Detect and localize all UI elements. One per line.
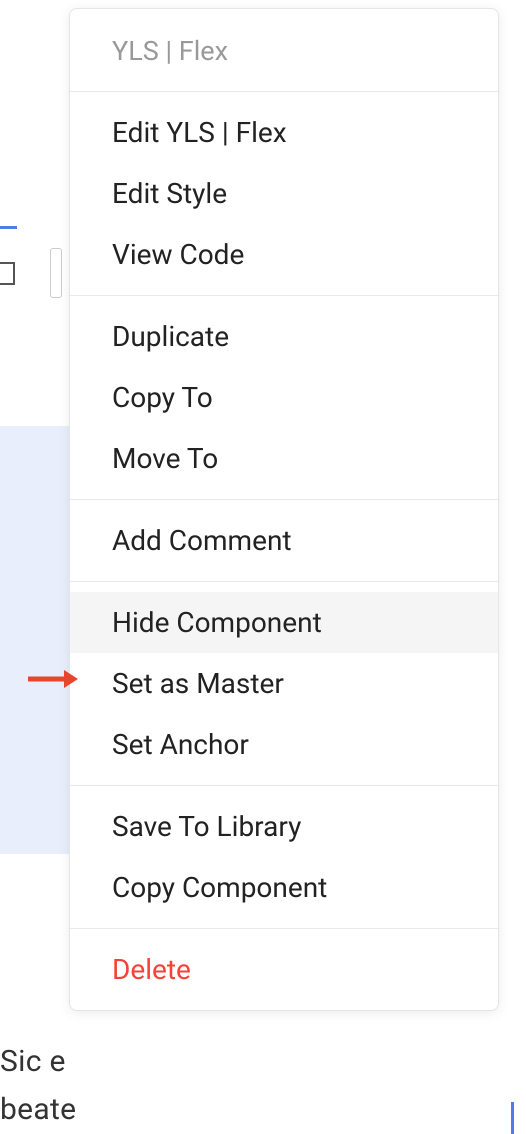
menu-group-comment: Add Comment xyxy=(70,500,498,581)
menu-item-save-to-library[interactable]: Save To Library xyxy=(70,796,498,857)
annotation-arrow xyxy=(28,668,78,690)
menu-item-set-as-master[interactable]: Set as Master xyxy=(70,653,498,714)
background-panel xyxy=(0,426,72,854)
text-cursor xyxy=(511,1102,514,1134)
text-line-2: beate xyxy=(0,1086,76,1134)
menu-item-copy-component[interactable]: Copy Component xyxy=(70,857,498,918)
menu-item-delete[interactable]: Delete xyxy=(70,939,498,1000)
context-menu: YLS | Flex Edit YLS | Flex Edit Style Vi… xyxy=(69,8,499,1011)
menu-group-library: Save To Library Copy Component xyxy=(70,786,498,928)
menu-item-edit-component[interactable]: Edit YLS | Flex xyxy=(70,102,498,163)
background-element-1 xyxy=(0,262,15,285)
menu-group-delete: Delete xyxy=(70,929,498,1010)
menu-item-hide-component[interactable]: Hide Component xyxy=(70,592,498,653)
background-text: Sic e beate xyxy=(0,1038,76,1134)
background-element-2 xyxy=(50,248,62,298)
text-line-1: Sic e xyxy=(0,1038,76,1086)
menu-item-edit-style[interactable]: Edit Style xyxy=(70,163,498,224)
menu-group-duplicate: Duplicate Copy To Move To xyxy=(70,296,498,499)
menu-group-edit: Edit YLS | Flex Edit Style View Code xyxy=(70,92,498,295)
menu-item-set-anchor[interactable]: Set Anchor xyxy=(70,714,498,775)
menu-group-component: Hide Component Set as Master Set Anchor xyxy=(70,582,498,785)
menu-item-move-to[interactable]: Move To xyxy=(70,428,498,489)
menu-item-view-code[interactable]: View Code xyxy=(70,224,498,285)
menu-item-copy-to[interactable]: Copy To xyxy=(70,367,498,428)
menu-title: YLS | Flex xyxy=(70,9,498,91)
selection-indicator xyxy=(0,226,17,229)
menu-item-duplicate[interactable]: Duplicate xyxy=(70,306,498,367)
menu-item-add-comment[interactable]: Add Comment xyxy=(70,510,498,571)
